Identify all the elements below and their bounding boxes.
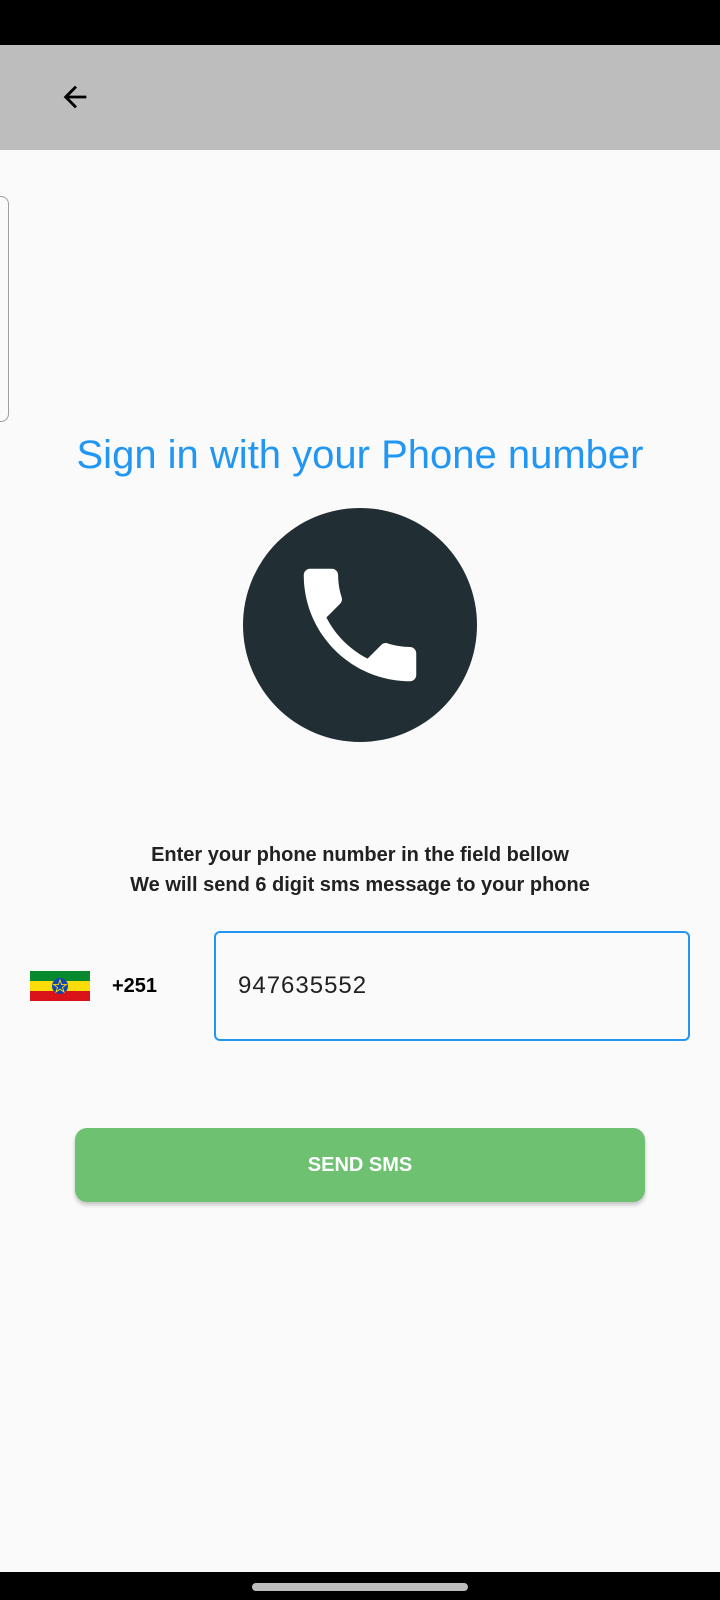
instruction-line-2: We will send 6 digit sms message to your… — [130, 874, 590, 896]
back-button[interactable] — [50, 72, 100, 122]
send-sms-button[interactable]: SEND SMS — [75, 1128, 645, 1202]
navigation-bar — [0, 1572, 720, 1600]
app-bar — [0, 45, 720, 150]
side-card — [0, 196, 9, 422]
phone-handset-icon — [303, 568, 417, 682]
home-indicator[interactable] — [252, 1583, 468, 1591]
ethiopia-flag-icon — [30, 971, 90, 1001]
status-bar — [0, 0, 720, 45]
country-code-picker[interactable]: +251 — [30, 958, 180, 1014]
phone-icon-circle — [243, 508, 477, 742]
dial-code-label: +251 — [112, 974, 158, 997]
instructions: Enter your phone number in the field bel… — [0, 840, 720, 900]
phone-number-input[interactable] — [214, 931, 690, 1041]
instruction-line-1: Enter your phone number in the field bel… — [151, 844, 569, 866]
arrow-left-icon — [63, 85, 87, 109]
page-title: Sign in with your Phone number — [76, 433, 644, 477]
